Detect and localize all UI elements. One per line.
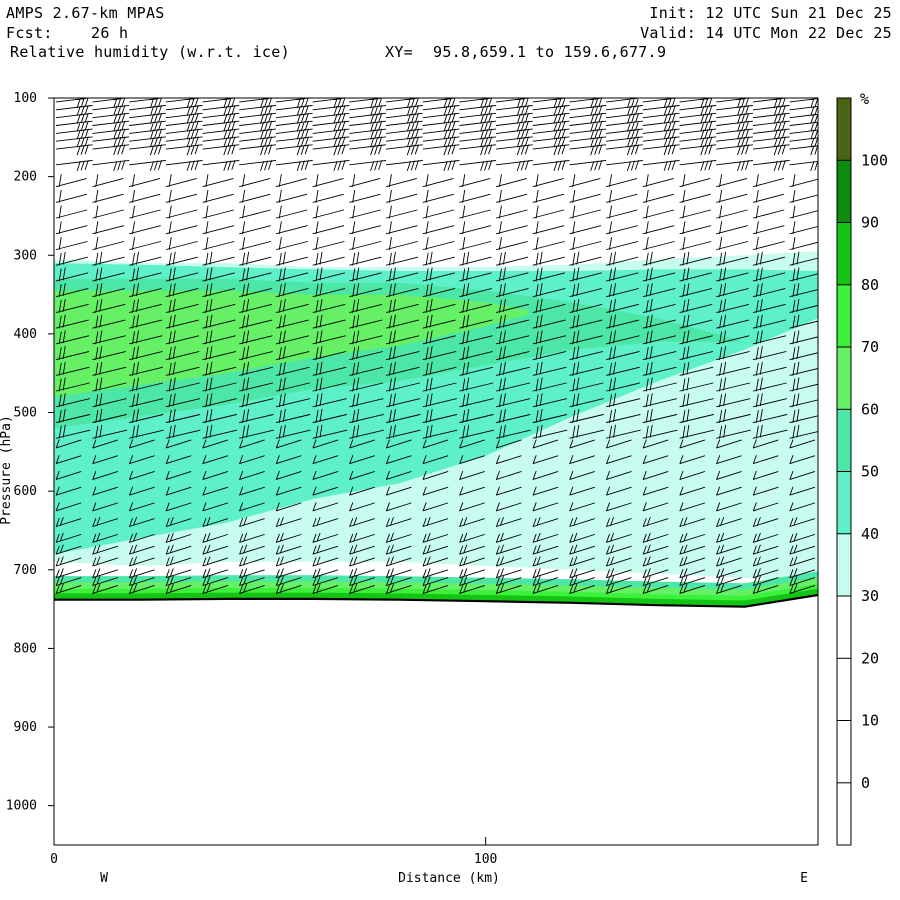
colorbar-tick-label: 10 xyxy=(861,712,879,730)
y-tick-label: 500 xyxy=(14,406,37,421)
colorbar-unit: % xyxy=(860,90,869,108)
colorbar-tick-label: 60 xyxy=(861,400,879,418)
y-tick-label: 700 xyxy=(14,563,37,578)
colorbar-bin xyxy=(837,222,851,285)
colorbar-bin xyxy=(837,533,851,597)
colorbar: 0 10 20 30 40 50 60 70 80 90 100 xyxy=(836,97,888,846)
x-tick-label: 100 xyxy=(474,852,497,867)
y-tick-label: 200 xyxy=(14,170,37,185)
colorbar-bin xyxy=(837,98,851,161)
colorbar-tick-label: 100 xyxy=(861,151,888,169)
colorbar-bin xyxy=(837,658,851,721)
west-end-label: W xyxy=(100,871,108,886)
colorbar-tick-label: 50 xyxy=(861,463,879,481)
colorbar-tick-label: 70 xyxy=(861,338,879,356)
colorbar-bin xyxy=(837,471,851,534)
east-end-label: E xyxy=(800,871,808,886)
cross-section-chart: 10020030040050060070080090010000 100 Dist… xyxy=(0,90,888,886)
colorbar-tick-label: 80 xyxy=(861,276,879,294)
colorbar-tick-label: 30 xyxy=(861,587,879,605)
colorbar-tick-label: 20 xyxy=(861,649,879,667)
colorbar-bin xyxy=(837,409,851,472)
y-tick-label: 1000 xyxy=(6,799,37,814)
x-tick-label: 0 xyxy=(50,852,58,867)
colorbar-tick-label: 40 xyxy=(861,525,879,543)
y-tick-label: 600 xyxy=(14,484,37,499)
y-tick-label: 900 xyxy=(14,720,37,735)
y-tick-label: 100 xyxy=(14,91,37,106)
colorbar-bin xyxy=(837,160,851,223)
colorbar-bin xyxy=(837,720,851,783)
colorbar-tick-label: 0 xyxy=(861,774,870,792)
colorbar-tick-label: 90 xyxy=(861,214,879,232)
y-tick-label: 800 xyxy=(14,641,37,656)
y-axis-label: Pressure (hPa) xyxy=(0,415,14,525)
y-tick-label: 400 xyxy=(14,327,37,342)
below-ground xyxy=(54,595,818,845)
colorbar-bin xyxy=(837,782,851,846)
colorbar-bin xyxy=(837,596,851,659)
colorbar-bin xyxy=(837,284,851,348)
y-tick-label: 300 xyxy=(14,248,37,263)
colorbar-bin xyxy=(837,347,851,410)
x-axis-label: Distance (km) xyxy=(398,871,500,886)
